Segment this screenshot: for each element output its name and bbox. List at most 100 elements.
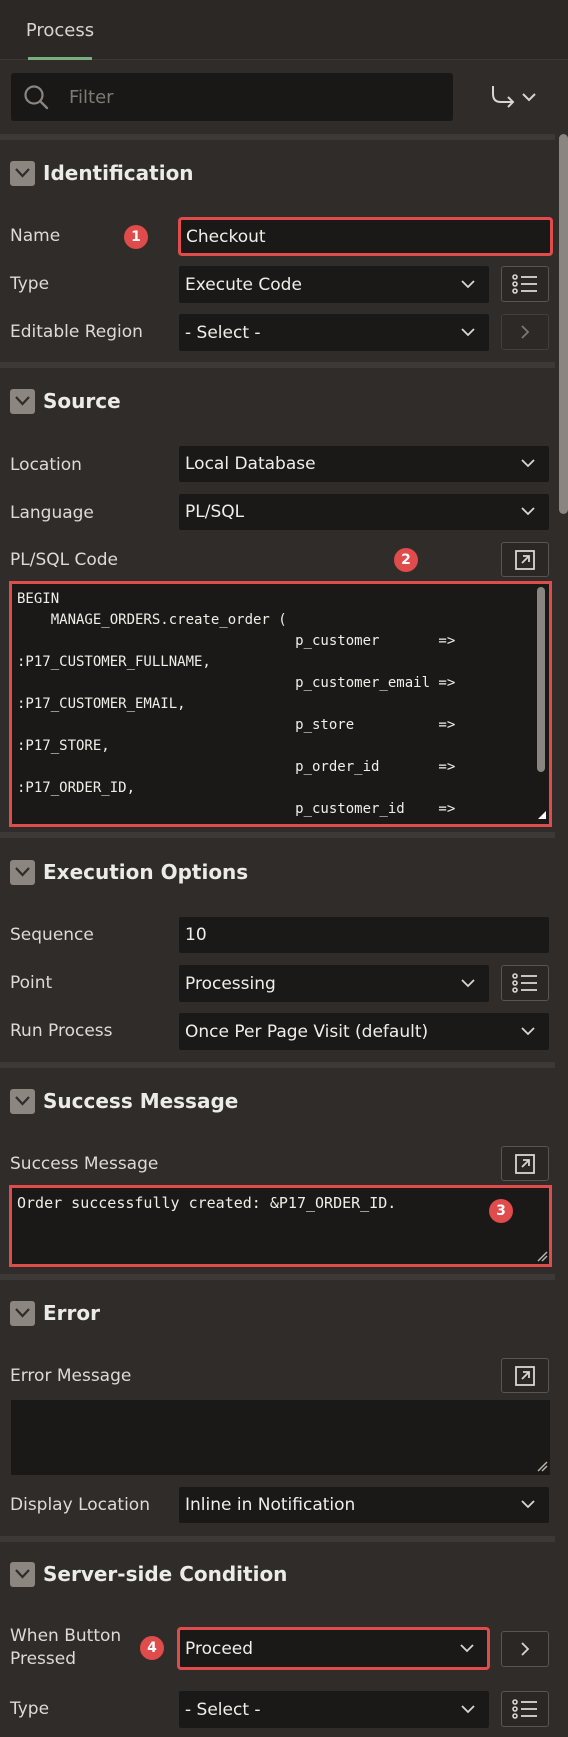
chevron-down-icon xyxy=(521,459,535,468)
go-to-button-button[interactable] xyxy=(501,1631,549,1667)
run-process-label: Run Process xyxy=(10,1021,113,1041)
run-process-select[interactable]: Once Per Page Visit (default) xyxy=(179,1013,549,1050)
section-divider xyxy=(0,362,555,368)
chevron-down-icon xyxy=(461,327,475,336)
chevron-down-icon xyxy=(460,1643,474,1652)
name-label: Name xyxy=(10,226,61,246)
section-divider xyxy=(0,1536,555,1542)
chevron-down-icon xyxy=(521,1026,535,1035)
open-error-editor-button[interactable] xyxy=(501,1358,549,1393)
location-value: Local Database xyxy=(185,454,316,474)
collapse-chevron-icon xyxy=(10,1562,35,1587)
error-message-label: Error Message xyxy=(10,1366,132,1386)
chevron-down-icon xyxy=(461,1704,475,1713)
go-to-region-button[interactable] xyxy=(501,314,549,350)
collapse-chevron-icon xyxy=(10,1301,35,1326)
condition-type-list-button[interactable] xyxy=(501,1691,549,1727)
callout-badge-3: 3 xyxy=(489,1199,513,1223)
chevron-down-icon xyxy=(521,507,535,516)
collapse-chevron-icon xyxy=(10,389,35,414)
panel-scrollbar-thumb[interactable] xyxy=(559,134,568,514)
display-location-value: Inline in Notification xyxy=(185,1495,356,1515)
sequence-label: Sequence xyxy=(10,925,94,945)
name-input-value: Checkout xyxy=(186,226,266,247)
display-location-label: Display Location xyxy=(10,1495,150,1515)
collapse-chevron-icon xyxy=(10,1089,35,1114)
section-title: Success Message xyxy=(43,1089,239,1113)
tab-process[interactable]: Process xyxy=(17,0,103,60)
expand-icon xyxy=(515,549,535,570)
when-button-pressed-select[interactable]: Proceed xyxy=(177,1627,490,1670)
go-to-group-icon xyxy=(492,86,536,108)
type-select-value: Execute Code xyxy=(185,274,302,295)
callout-badge-2: 2 xyxy=(394,548,418,572)
list-icon xyxy=(512,1699,537,1719)
point-value: Processing xyxy=(185,973,276,994)
plsql-code-label: PL/SQL Code xyxy=(10,550,119,570)
location-label: Location xyxy=(10,455,82,475)
when-button-label-line2: Pressed xyxy=(10,1649,76,1669)
resize-handle-icon[interactable] xyxy=(536,1250,548,1262)
section-divider xyxy=(0,1274,555,1280)
search-icon xyxy=(24,85,49,110)
chevron-down-icon xyxy=(461,279,475,288)
open-success-editor-button[interactable] xyxy=(501,1146,549,1181)
go-to-group-button[interactable] xyxy=(487,84,543,112)
when-button-pressed-label: When Button Pressed xyxy=(10,1625,121,1671)
point-list-button[interactable] xyxy=(501,965,549,1001)
section-title: Source xyxy=(43,389,121,413)
collapse-chevron-icon xyxy=(10,161,35,186)
condition-type-value: - Select - xyxy=(185,1699,261,1720)
expand-icon xyxy=(515,1153,535,1174)
list-icon xyxy=(512,274,537,294)
error-message-textarea[interactable] xyxy=(11,1400,550,1475)
name-input[interactable]: Checkout xyxy=(178,217,553,256)
section-title: Server-side Condition xyxy=(43,1562,288,1586)
callout-badge-1: 1 xyxy=(124,225,148,249)
language-label: Language xyxy=(10,503,94,523)
code-scrollbar[interactable] xyxy=(537,587,545,772)
editable-region-value: - Select - xyxy=(185,322,261,343)
when-button-label-line1: When Button xyxy=(10,1626,122,1646)
point-select[interactable]: Processing xyxy=(179,965,489,1002)
resize-handle-icon[interactable] xyxy=(536,809,548,821)
location-select[interactable]: Local Database xyxy=(179,446,549,482)
run-process-value: Once Per Page Visit (default) xyxy=(185,1021,429,1042)
when-button-value: Proceed xyxy=(185,1638,254,1659)
chevron-down-icon xyxy=(461,978,475,987)
panel-tabbar: Process xyxy=(0,0,568,60)
plsql-code-editor[interactable]: BEGIN MANAGE_ORDERS.create_order ( p_cus… xyxy=(9,581,552,827)
point-label: Point xyxy=(10,973,53,993)
filter-bar: Filter xyxy=(0,60,568,134)
resize-handle-icon[interactable] xyxy=(536,1460,548,1472)
condition-type-select[interactable]: - Select - xyxy=(179,1691,489,1728)
type-label: Type xyxy=(10,274,50,294)
chevron-down-icon xyxy=(521,1500,535,1509)
section-title: Execution Options xyxy=(43,860,249,884)
type-list-button[interactable] xyxy=(501,266,549,302)
collapse-chevron-icon xyxy=(10,860,35,885)
open-code-editor-button[interactable] xyxy=(501,542,549,577)
language-value: PL/SQL xyxy=(185,502,245,522)
filter-input[interactable]: Filter xyxy=(11,73,453,121)
list-icon xyxy=(512,973,537,993)
success-message-label: Success Message xyxy=(10,1154,159,1174)
editable-region-label: Editable Region xyxy=(10,322,143,342)
section-title: Identification xyxy=(43,161,194,185)
success-message-textarea[interactable]: Order successfully created: &P17_ORDER_I… xyxy=(9,1185,552,1267)
sequence-value: 10 xyxy=(185,925,207,945)
editable-region-select[interactable]: - Select - xyxy=(179,314,489,351)
sequence-input[interactable]: 10 xyxy=(179,917,549,953)
type-select[interactable]: Execute Code xyxy=(179,266,489,303)
section-divider xyxy=(0,134,555,140)
chevron-right-icon xyxy=(521,1642,530,1656)
expand-icon xyxy=(515,1365,535,1386)
chevron-right-icon xyxy=(521,325,530,339)
section-divider xyxy=(0,832,555,838)
section-title: Error xyxy=(43,1301,100,1325)
condition-type-label: Type xyxy=(10,1699,50,1719)
language-select[interactable]: PL/SQL xyxy=(179,494,549,530)
callout-badge-4: 4 xyxy=(140,1636,164,1660)
display-location-select[interactable]: Inline in Notification xyxy=(179,1487,549,1523)
section-divider xyxy=(0,1062,555,1068)
